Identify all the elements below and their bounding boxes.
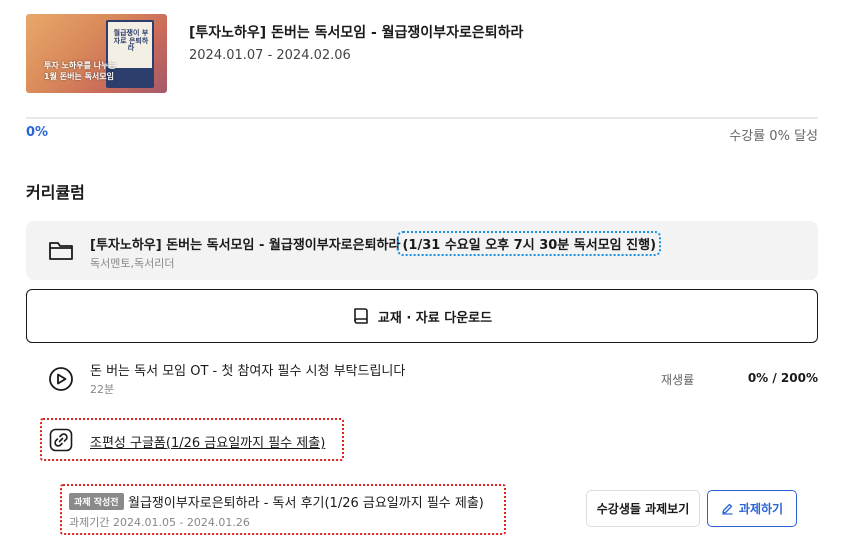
thumbnail-caption-line1: 투자 노하우를 나누는 — [44, 61, 116, 70]
progress-bar — [26, 117, 818, 119]
progress-rate: 수강률 0% 달성 — [729, 129, 818, 144]
pencil-icon — [722, 503, 733, 515]
progress-percent: 0% — [26, 125, 49, 140]
view-peer-assignments-button[interactable]: 수강생들 과제보기 — [586, 490, 700, 527]
book-cover-title: 월급쟁이 부자로 은퇴하라 — [113, 29, 149, 53]
download-materials-label: 교재 · 자료 다운로드 — [377, 310, 493, 326]
google-form-link[interactable]: 조편성 구글폼(1/26 금요일까지 필수 제출) — [90, 432, 325, 451]
play-rate-label: 재생률 — [661, 373, 695, 387]
link-icon — [49, 428, 73, 452]
lesson-duration: 22분 — [90, 383, 115, 396]
chapter-title-main: [투자노하우] 돈버는 독서모임 - 월급쟁이부자로은퇴하라 — [90, 238, 401, 253]
assignment-status-badge: 과제 작성전 — [69, 493, 124, 510]
do-assignment-button[interactable]: 과제하기 — [707, 490, 797, 527]
course-period: 2024.01.07 - 2024.02.06 — [189, 48, 351, 63]
course-header: 월급쟁이 부자로 은퇴하라 투자 노하우를 나누는 1월 돈버는 독서모임 [투… — [26, 14, 818, 94]
chapter-header[interactable]: [투자노하우] 돈버는 독서모임 - 월급쟁이부자로은퇴하라 (1/31 수요일 … — [26, 221, 818, 280]
play-circle-icon — [49, 367, 73, 391]
lesson-title[interactable]: 돈 버는 독서 모임 OT - 첫 참여자 필수 시청 부탁드립니다 — [90, 360, 405, 379]
assignment-title[interactable]: 월급쟁이부자로은퇴하라 - 독서 후기(1/26 금요일까지 필수 제출) — [128, 492, 484, 511]
book-icon — [354, 308, 368, 324]
play-rate-value: 0% / 200% — [747, 371, 818, 385]
course-thumbnail[interactable]: 월급쟁이 부자로 은퇴하라 투자 노하우를 나누는 1월 돈버는 독서모임 — [26, 14, 167, 93]
curriculum-heading: 커리큘럼 — [26, 183, 85, 202]
chapter-mentors: 독서멘토,독서리더 — [90, 257, 175, 270]
folder-icon — [49, 242, 73, 260]
course-title: [투자노하우] 돈버는 독서모임 - 월급쟁이부자로은퇴하라 — [189, 25, 524, 41]
assignment-item[interactable]: 과제 작성전 월급쟁이부자로은퇴하라 - 독서 후기(1/26 금요일까지 필수… — [60, 484, 506, 535]
download-materials-button[interactable]: 교재 · 자료 다운로드 — [26, 289, 818, 343]
assignment-period: 과제기간 2024.01.05 - 2024.01.26 — [69, 516, 250, 529]
thumbnail-caption: 투자 노하우를 나누는 1월 돈버는 독서모임 — [44, 60, 116, 82]
lesson-item[interactable]: 돈 버는 독서 모임 OT - 첫 참여자 필수 시청 부탁드립니다 22분 재… — [26, 355, 818, 403]
chapter-title: [투자노하우] 돈버는 독서모임 - 월급쟁이부자로은퇴하라 (1/31 수요일 … — [90, 231, 662, 256]
do-assignment-label: 과제하기 — [738, 502, 784, 516]
google-form-link-item[interactable]: 조편성 구글폼(1/26 금요일까지 필수 제출) — [40, 418, 344, 461]
chapter-title-schedule: (1/31 수요일 오후 7시 30분 독서모임 진행) — [397, 231, 662, 256]
thumbnail-caption-line2: 1월 돈버는 독서모임 — [44, 72, 115, 81]
